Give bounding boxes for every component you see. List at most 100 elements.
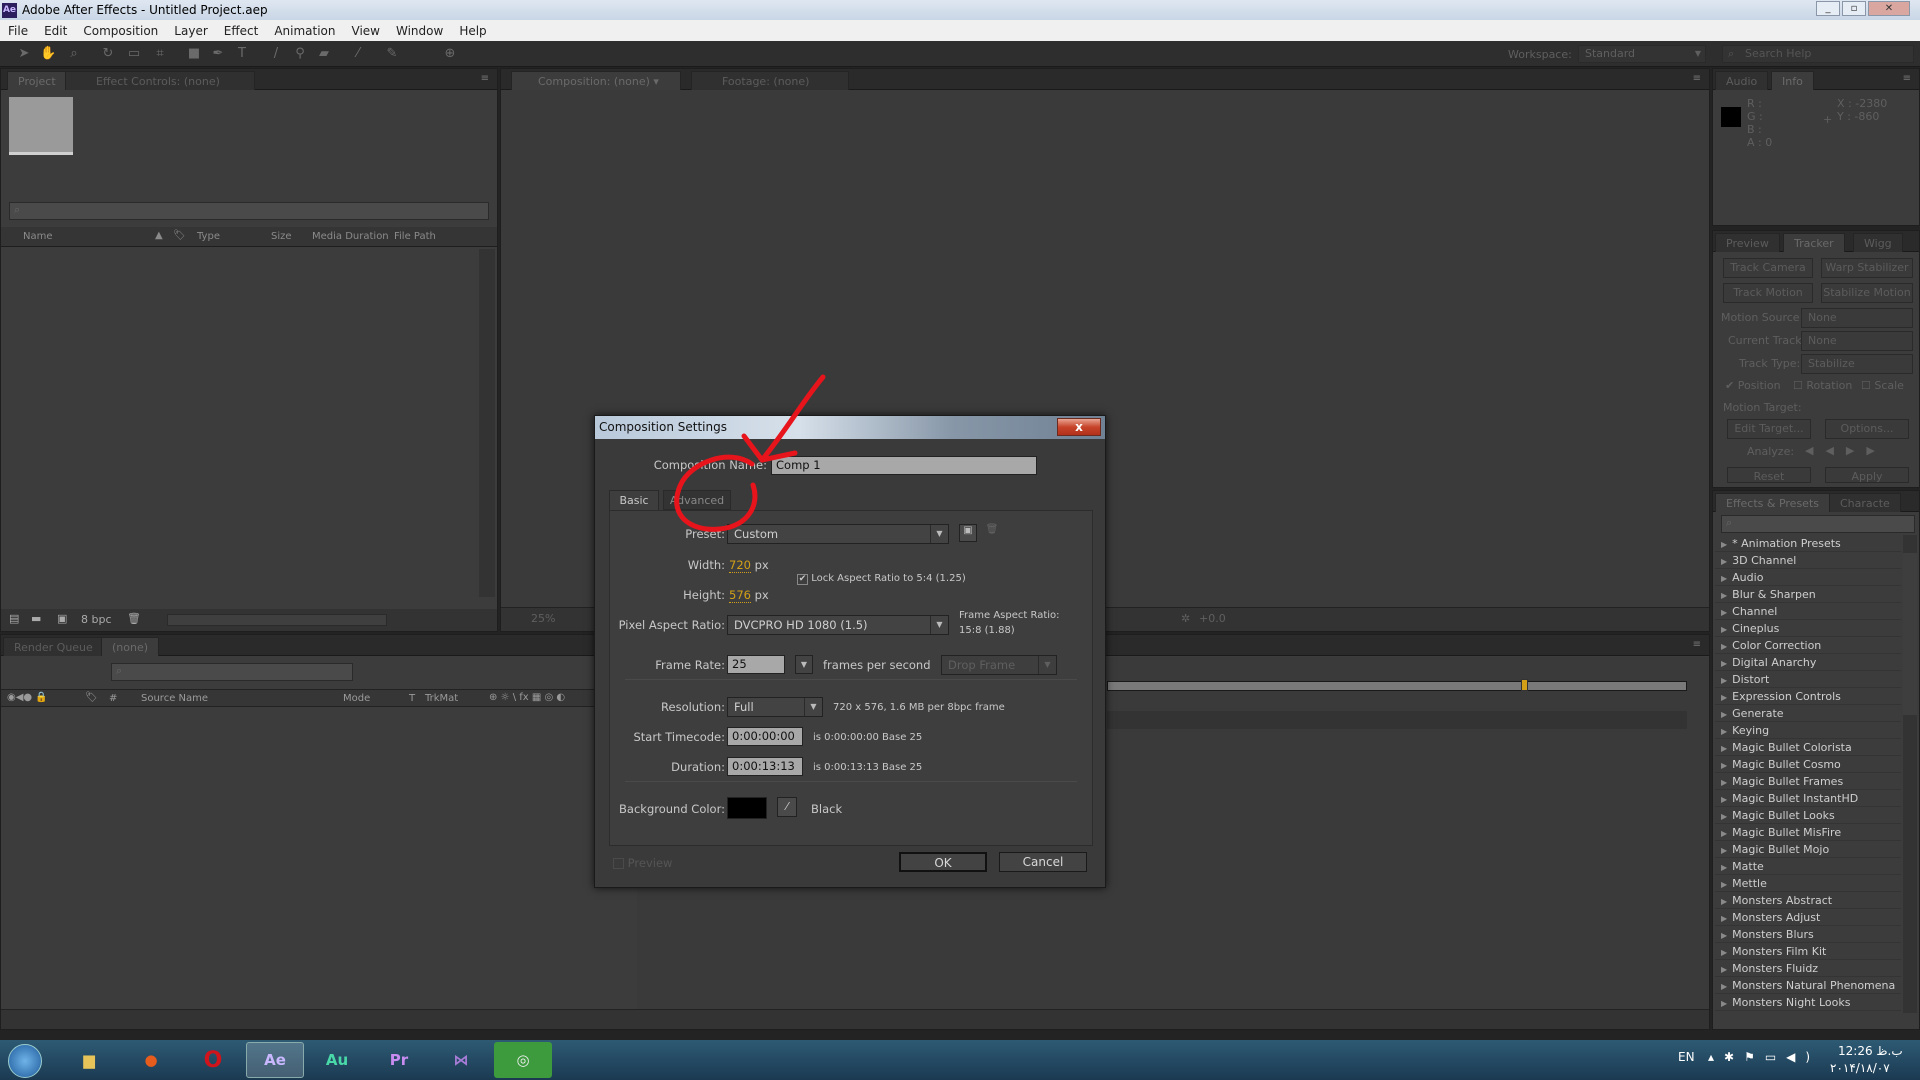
pixel-aspect-ratio-dropdown[interactable]: DVCPRO HD 1080 (1.5) ▼ [727,615,949,635]
effects-category-item[interactable]: ▶ Keying [1715,722,1901,739]
language-indicator[interactable]: EN [1678,1050,1695,1064]
close-window-button[interactable]: ✕ [1868,1,1910,16]
effects-category-item[interactable]: ▶ Matte [1715,858,1901,875]
expand-triangle-icon[interactable]: ▶ [1721,625,1727,634]
tab-project[interactable]: Project [7,71,67,90]
horizontal-scrollbar[interactable] [167,614,387,626]
tab-wiggler[interactable]: Wigg [1853,233,1903,252]
clock-date[interactable]: ۲۰۱۴/۱۸/۰۷ [1830,1061,1890,1075]
hand-tool-icon[interactable]: ✋ [40,46,56,62]
eyedropper-icon[interactable]: ⁄ [777,797,797,817]
eraser-tool-icon[interactable]: ▰ [316,46,332,62]
expand-triangle-icon[interactable]: ▶ [1721,914,1727,923]
effects-category-item[interactable]: ▶ Monsters Abstract [1715,892,1901,909]
menu-file[interactable]: File [0,24,36,38]
maximize-button[interactable]: ▫ [1842,1,1866,16]
effects-category-item[interactable]: ▶ 3D Channel [1715,552,1901,569]
effects-category-item[interactable]: ▶ Magic Bullet Looks [1715,807,1901,824]
search-help-input[interactable]: ⌕ Search Help [1722,45,1914,63]
effects-category-item[interactable]: ▶ Cineplus [1715,620,1901,637]
tab-effects-presets[interactable]: Effects & Presets [1715,493,1830,512]
dialog-title-bar[interactable]: Composition Settings x [595,416,1105,439]
expand-triangle-icon[interactable]: ▶ [1721,795,1727,804]
sort-ascending-icon[interactable]: ▲ [155,230,163,241]
scale-checkbox[interactable]: ☐ Scale [1861,379,1904,392]
rotation-checkbox[interactable]: ☐ Rotation [1793,379,1852,392]
expand-triangle-icon[interactable]: ▶ [1721,897,1727,906]
menu-view[interactable]: View [344,24,388,38]
effects-category-item[interactable]: ▶ Magic Bullet MisFire [1715,824,1901,841]
effects-category-item[interactable]: ▶ Magic Bullet Cosmo [1715,756,1901,773]
edit-target-button[interactable]: Edit Target... [1727,419,1811,439]
preset-dropdown[interactable]: Custom ▼ [727,524,949,544]
expand-triangle-icon[interactable]: ▶ [1721,880,1727,889]
effects-category-item[interactable]: ▶ Monsters Film Kit [1715,943,1901,960]
panel-menu-icon[interactable]: ≡ [1693,73,1701,84]
audition-taskbar-icon[interactable]: Au [308,1042,366,1078]
expand-triangle-icon[interactable]: ▶ [1721,540,1727,549]
axis-mode-icon[interactable]: ⊕ [442,46,458,62]
col-source-name[interactable]: Source Name [141,693,208,704]
roto-brush-tool-icon[interactable]: ⁄ [350,46,366,62]
effects-category-item[interactable]: ▶Monsters Paint FX [1715,1011,1901,1013]
explorer-icon[interactable]: ▆ [60,1042,118,1078]
tab-audio[interactable]: Audio [1715,71,1769,90]
menu-layer[interactable]: Layer [166,24,215,38]
pan-behind-tool-icon[interactable]: ⌗ [152,46,168,62]
effects-category-item[interactable]: ▶ Magic Bullet InstantHD [1715,790,1901,807]
zoom-tool-icon[interactable]: ⌕ [66,46,82,62]
position-checkbox[interactable]: ✔ Position [1725,379,1781,392]
tab-info[interactable]: Info [1771,71,1814,90]
camera-tool-icon[interactable]: ▭ [126,46,142,62]
label-tag-icon[interactable]: 🏷 [173,230,186,241]
height-field[interactable]: 576 px [729,588,769,603]
expand-triangle-icon[interactable]: ▶ [1721,965,1727,974]
zoom-level-dropdown[interactable]: 25% [531,612,555,625]
analyze-controls[interactable]: ◀◀▶▶ [1805,444,1887,457]
bit-depth-button[interactable]: 8 bpc [81,613,112,626]
tab-advanced[interactable]: Advanced [663,490,731,510]
puppet-pin-tool-icon[interactable]: ✎ [384,46,400,62]
tab-effect-controls[interactable]: Effect Controls: (none) [65,71,255,90]
effects-category-item[interactable]: ▶ Magic Bullet Frames [1715,773,1901,790]
track-type-dropdown[interactable]: Stabilize [1801,354,1913,374]
col-type[interactable]: Type [197,231,220,242]
width-field[interactable]: 720 px [729,558,769,573]
tray-icons[interactable]: ▴✱⚑▭◀) [1708,1050,1820,1064]
effects-category-item[interactable]: ▶ Audio [1715,569,1901,586]
reset-button[interactable]: Reset [1727,467,1811,483]
effects-category-item[interactable]: ▶ Generate [1715,705,1901,722]
width-value[interactable]: 720 [729,558,751,573]
exposure-icon[interactable]: ✲ [1181,612,1190,625]
new-folder-icon[interactable]: ▬ [31,612,41,625]
col-size[interactable]: Size [271,231,292,242]
expand-triangle-icon[interactable]: ▶ [1721,999,1727,1008]
selection-tool-icon[interactable]: ➤ [16,46,32,62]
effects-category-item[interactable]: ▶ Blur & Sharpen [1715,586,1901,603]
expand-triangle-icon[interactable]: ▶ [1721,812,1727,821]
menu-help[interactable]: Help [451,24,494,38]
cancel-button[interactable]: Cancel [999,852,1087,872]
tab-preview[interactable]: Preview [1715,233,1780,252]
opera-icon[interactable]: O [184,1042,242,1078]
menu-effect[interactable]: Effect [216,24,267,38]
effects-category-item[interactable]: ▶ Monsters Natural Phenomena [1715,977,1901,994]
effects-category-item[interactable]: ▶ Monsters Night Looks [1715,994,1901,1011]
expand-triangle-icon[interactable]: ▶ [1721,846,1727,855]
warp-stabilizer-button[interactable]: Warp Stabilizer [1821,258,1913,278]
calendar-app-icon[interactable]: ◎ [494,1042,552,1078]
effects-search-input[interactable]: ⌕ [1721,515,1915,533]
preview-checkbox[interactable]: Preview [613,856,672,870]
timeline-search-input[interactable]: ⌕ [111,663,353,681]
expand-triangle-icon[interactable]: ▶ [1721,982,1727,991]
work-area-bar[interactable] [1107,681,1687,691]
project-search-input[interactable]: ⌕ [9,202,489,220]
expand-triangle-icon[interactable]: ▶ [1721,676,1727,685]
visual-studio-icon[interactable]: ⋈ [432,1042,490,1078]
expand-triangle-icon[interactable]: ▶ [1721,608,1727,617]
col-file-path[interactable]: File Path [394,231,436,242]
effects-category-item[interactable]: ▶ Distort [1715,671,1901,688]
tab-basic[interactable]: Basic [609,490,659,510]
resolution-dropdown[interactable]: Full ▼ [727,697,823,717]
tab-character[interactable]: Characte [1829,493,1901,512]
